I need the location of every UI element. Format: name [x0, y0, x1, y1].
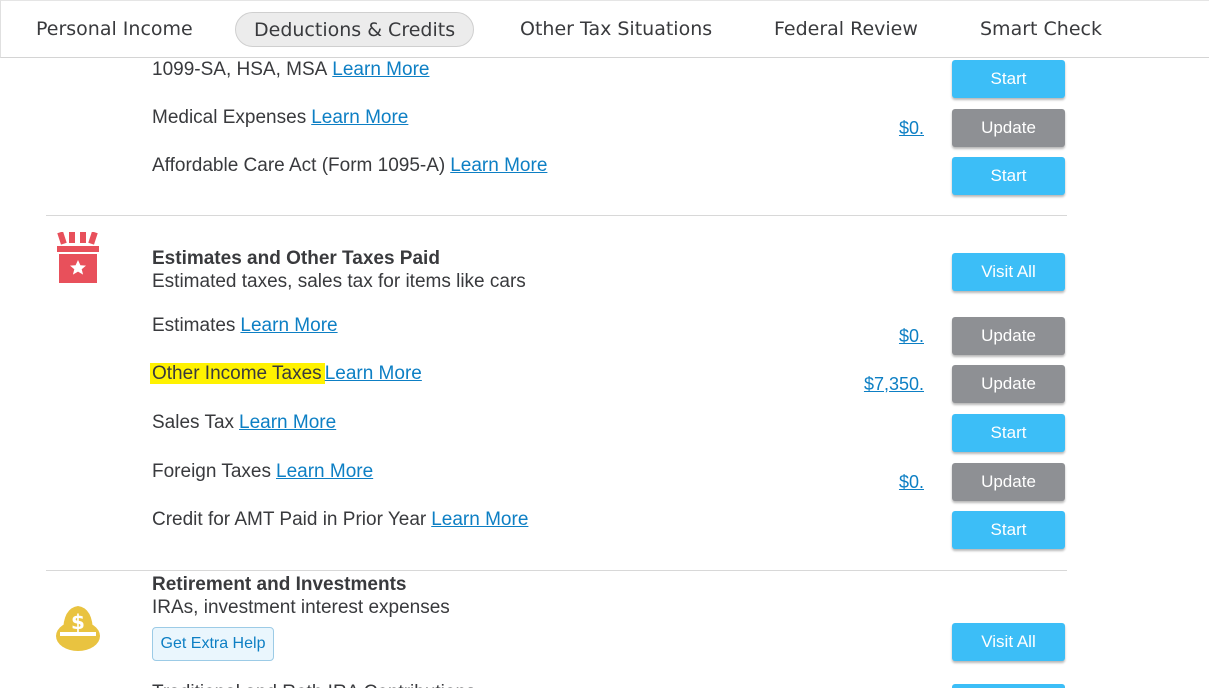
section-divider [46, 570, 1067, 571]
tab-other-tax-situations[interactable]: Other Tax Situations [520, 12, 712, 47]
amount-link[interactable]: $0. [804, 114, 924, 142]
row-label: Affordable Care Act (Form 1095-A) [152, 155, 446, 176]
tab-personal-income[interactable]: Personal Income [36, 12, 193, 47]
learn-more-link[interactable]: Learn More [431, 509, 528, 530]
learn-more-link[interactable]: Learn More [450, 155, 547, 176]
section-subtitle-estimates: Estimated taxes, sales tax for items lik… [152, 271, 526, 292]
visit-all-button[interactable]: Visit All [952, 623, 1065, 661]
update-button[interactable]: Update [952, 463, 1065, 501]
row-estimates: Estimates Learn More [152, 312, 338, 340]
row-sales-tax: Sales Tax Learn More [152, 409, 336, 437]
start-button[interactable]: Start [952, 414, 1065, 452]
learn-more-link[interactable]: Learn More [240, 315, 337, 336]
visit-all-button[interactable]: Visit All [952, 253, 1065, 291]
section-subtitle-retirement: IRAs, investment interest expenses [152, 597, 450, 618]
row-label: Estimates [152, 315, 236, 336]
get-extra-help-button[interactable]: Get Extra Help [152, 627, 274, 661]
svg-text:$: $ [71, 610, 85, 634]
row-label: 1099-SA, HSA, MSA [152, 59, 328, 80]
learn-more-link[interactable]: Learn More [311, 107, 408, 128]
row-1099-sa-hsa-msa: 1099-SA, HSA, MSA Learn More [152, 56, 429, 84]
learn-more-link[interactable]: Learn More [332, 59, 429, 80]
amount-link[interactable]: $0. [804, 322, 924, 350]
row-other-income-taxes: Other Income Taxes Learn More [150, 360, 422, 388]
amount-link[interactable]: $7,350. [804, 370, 924, 398]
tab-federal-review[interactable]: Federal Review [774, 12, 918, 47]
tab-deductions-credits[interactable]: Deductions & Credits [235, 12, 475, 47]
row-foreign-taxes: Foreign Taxes Learn More [152, 458, 373, 486]
row-label: Foreign Taxes [152, 461, 271, 482]
row-label-cutoff: Traditional and Roth IRA Contributions [152, 680, 476, 688]
row-affordable-care-act: Affordable Care Act (Form 1095-A) Learn M… [152, 152, 547, 180]
start-button[interactable]: Start [952, 157, 1065, 195]
money-bag-icon: $ [54, 600, 102, 659]
row-label: Sales Tax [152, 412, 235, 433]
row-medical-expenses: Medical Expenses Learn More [152, 104, 408, 132]
update-button[interactable]: Update [952, 365, 1065, 403]
learn-more-link[interactable]: Learn More [325, 363, 422, 384]
row-label-highlighted: Other Income Taxes [150, 363, 325, 384]
row-label: Credit for AMT Paid in Prior Year [152, 509, 427, 530]
update-button[interactable]: Update [952, 109, 1065, 147]
tab-smart-check[interactable]: Smart Check [980, 12, 1102, 47]
start-button[interactable]: Start [952, 511, 1065, 549]
row-label: Medical Expenses [152, 107, 307, 128]
learn-more-link[interactable]: Learn More [276, 461, 373, 482]
start-button-cutoff[interactable] [952, 684, 1065, 688]
learn-more-link[interactable]: Learn More [239, 412, 336, 433]
top-navigation: Personal Income Deductions & Credits Oth… [0, 0, 1209, 58]
amount-link[interactable]: $0. [804, 468, 924, 496]
gift-box-star-icon [55, 231, 101, 289]
section-divider [46, 215, 1067, 216]
update-button[interactable]: Update [952, 317, 1065, 355]
row-credit-amt-prior-year: Credit for AMT Paid in Prior Year Learn M… [152, 506, 528, 534]
start-button[interactable]: Start [952, 60, 1065, 98]
